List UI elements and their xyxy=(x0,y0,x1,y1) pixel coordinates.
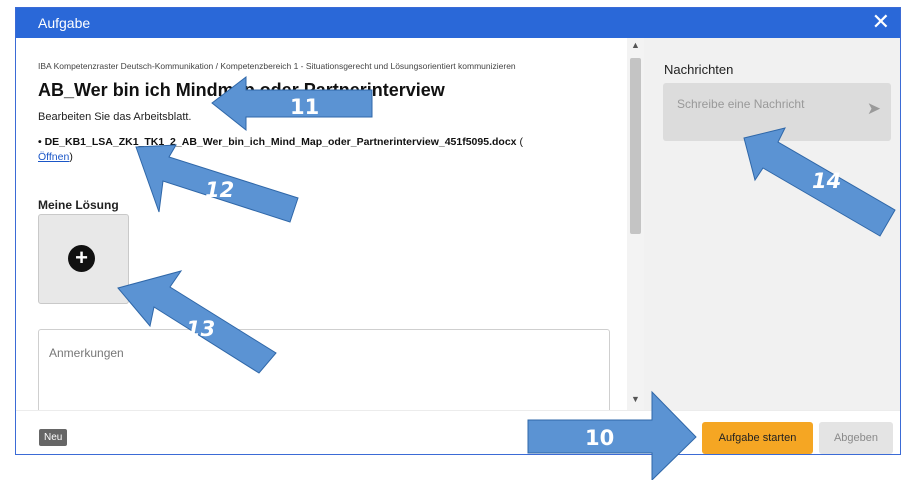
breadcrumb: IBA Kompetenzraster Deutsch-Kommunikatio… xyxy=(38,61,516,71)
attachment-open-suffix: ) xyxy=(69,151,73,163)
messages-panel: Nachrichten Schreibe eine Nachricht ➤ xyxy=(644,38,900,410)
messages-label: Nachrichten xyxy=(664,62,734,77)
task-dialog: Aufgabe ✕ IBA Kompetenzraster Deutsch-Ko… xyxy=(15,7,901,455)
add-solution-button[interactable]: + xyxy=(38,214,129,304)
task-panel: IBA Kompetenzraster Deutsch-Kommunikatio… xyxy=(16,38,642,410)
notes-field[interactable]: Anmerkungen xyxy=(38,329,610,410)
scrollbar-thumb[interactable] xyxy=(630,58,641,234)
attachment-item: • DE_KB1_LSA_ZK1_TK1_2_AB_Wer_bin_ich_Mi… xyxy=(38,135,618,165)
scroll-down-icon[interactable]: ▼ xyxy=(631,394,640,404)
notes-placeholder: Anmerkungen xyxy=(49,346,124,360)
open-attachment-link[interactable]: Öffnen xyxy=(38,151,69,163)
solution-label: Meine Lösung xyxy=(38,198,119,212)
attachment-open-prefix: ( xyxy=(519,136,523,148)
close-icon[interactable]: ✕ xyxy=(872,10,890,34)
send-icon[interactable]: ➤ xyxy=(867,99,881,119)
task-instruction: Bearbeiten Sie das Arbeitsblatt. xyxy=(38,111,192,123)
attachment-filename: • DE_KB1_LSA_ZK1_TK1_2_AB_Wer_bin_ich_Mi… xyxy=(38,136,517,148)
dialog-footer: Neu Aufgabe starten Abgeben xyxy=(16,410,900,454)
task-title: AB_Wer bin ich Mindmap oder Partnerinter… xyxy=(38,80,445,100)
scroll-up-icon[interactable]: ▲ xyxy=(631,40,640,50)
plus-circle-icon: + xyxy=(68,245,95,272)
submit-button[interactable]: Abgeben xyxy=(819,422,893,454)
task-panel-scrollbar[interactable]: ▲ ▼ xyxy=(627,38,644,410)
dialog-title: Aufgabe xyxy=(38,15,91,31)
message-placeholder: Schreibe eine Nachricht xyxy=(677,97,805,111)
status-badge: Neu xyxy=(39,429,68,446)
start-task-button[interactable]: Aufgabe starten xyxy=(702,422,813,454)
dialog-titlebar: Aufgabe ✕ xyxy=(16,8,900,38)
message-input[interactable]: Schreibe eine Nachricht ➤ xyxy=(663,83,891,141)
